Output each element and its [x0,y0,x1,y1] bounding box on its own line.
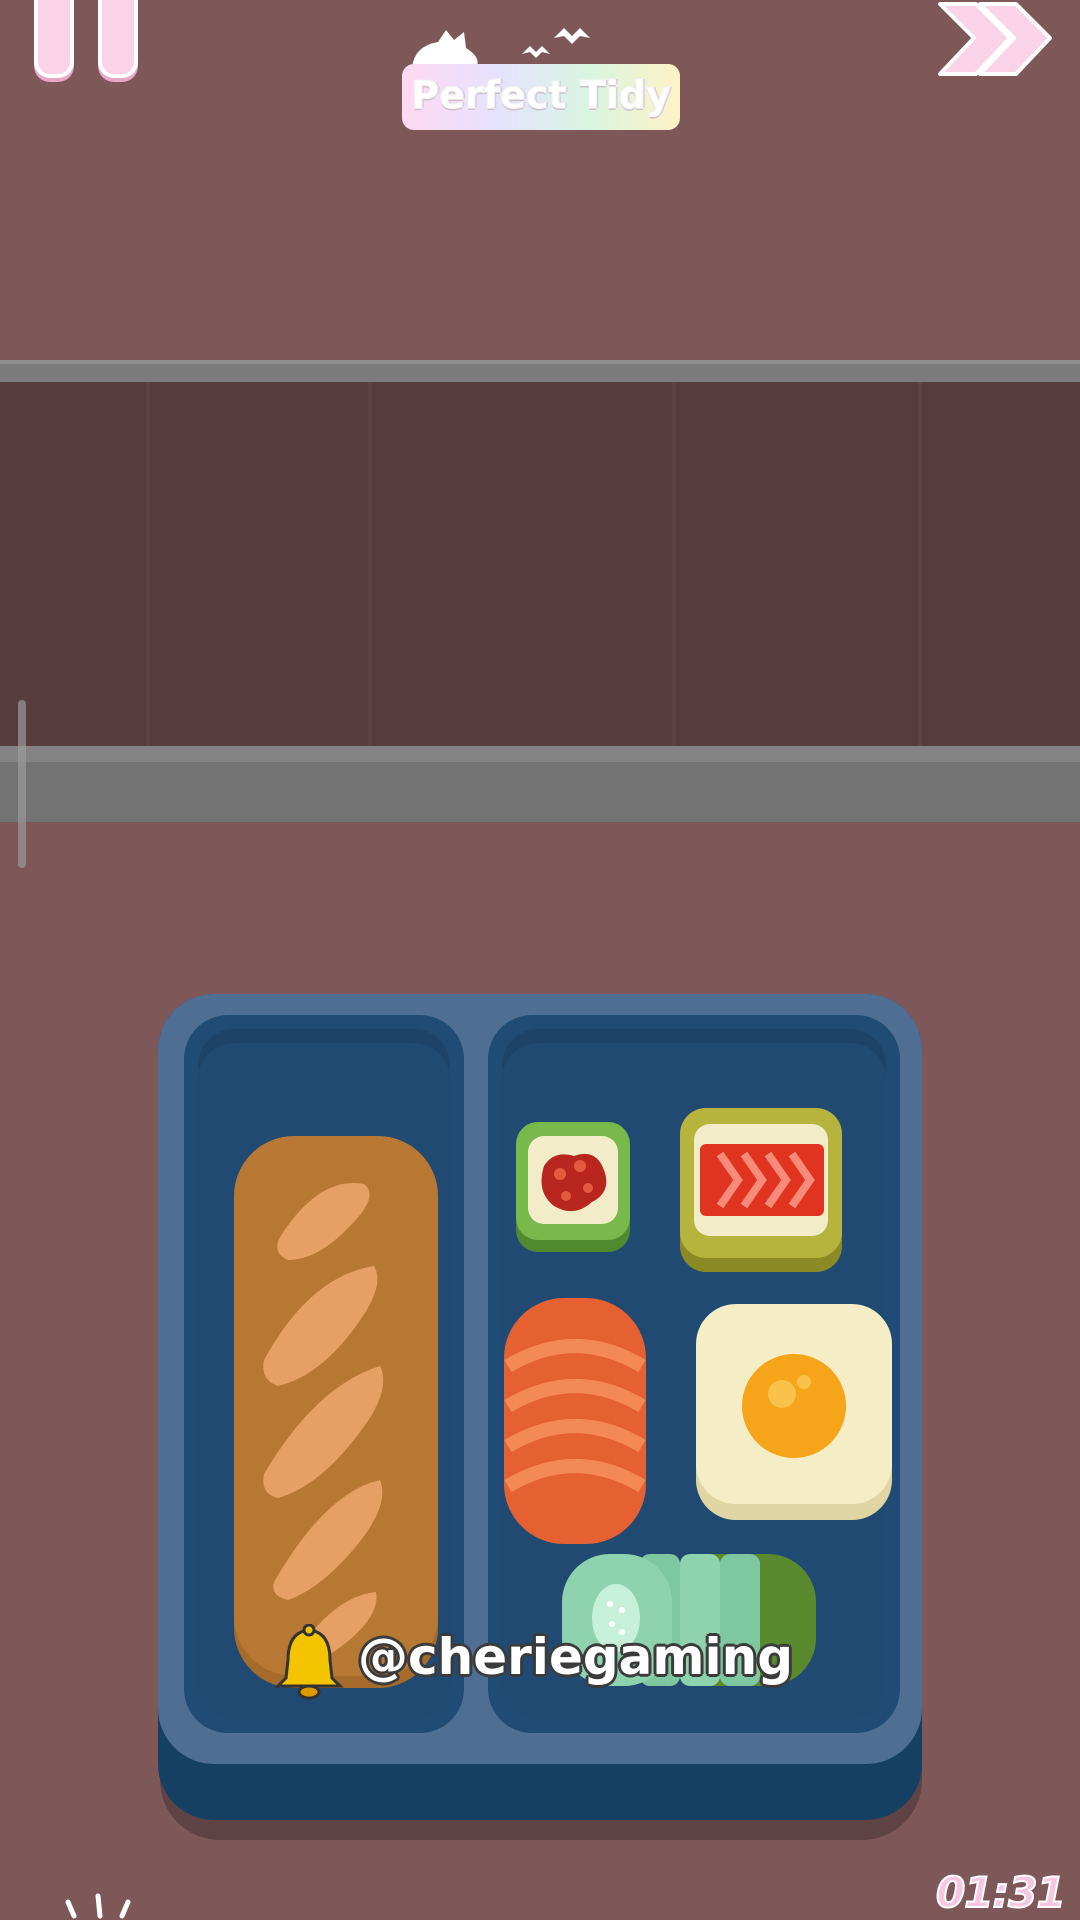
shelf-top-edge [0,360,1080,382]
skip-button[interactable] [936,0,1060,80]
sparkle-icon [65,1893,131,1919]
side-scroll-indicator [18,700,26,868]
sushi-roll-small-item[interactable] [514,1122,632,1254]
fast-forward-icon [938,2,1052,76]
fried-egg-item[interactable] [694,1302,894,1522]
pause-icon-bar-left [34,0,74,78]
watermark: @cheriegaming [274,1622,834,1722]
shelf-counter [0,746,1080,822]
pause-icon-bar-right [98,0,138,78]
salmon-sushi-roll-item[interactable] [678,1108,844,1274]
wall-panel [0,382,1080,746]
baguette-item[interactable] [230,1136,442,1692]
pause-button[interactable] [34,0,138,78]
salmon-slices-item[interactable] [502,1296,648,1546]
level-timer: 01:31 [935,1867,1067,1918]
logo-text: Perfect Tidy [402,64,680,130]
watermark-text: @cheriegaming [358,1628,794,1686]
game-logo: Perfect Tidy [402,18,682,130]
bell-icon [274,1624,344,1700]
